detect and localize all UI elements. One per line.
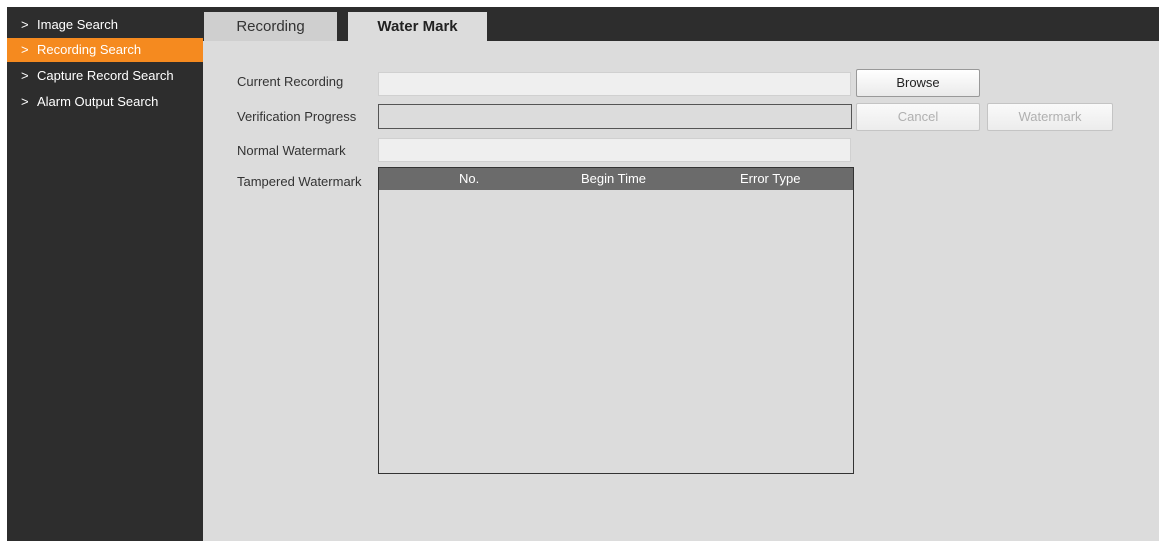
- tab-recording[interactable]: Recording: [204, 12, 337, 41]
- chevron-right-icon: >: [21, 68, 29, 83]
- verification-progress-bar: [378, 104, 852, 129]
- sidebar-item-recording-search[interactable]: > Recording Search: [7, 38, 203, 62]
- chevron-right-icon: >: [21, 94, 29, 109]
- table-header: No. Begin Time Error Type: [379, 168, 853, 190]
- tab-water-mark[interactable]: Water Mark: [348, 12, 487, 41]
- tampered-watermark-table: No. Begin Time Error Type: [378, 167, 854, 474]
- verification-progress-label: Verification Progress: [237, 109, 357, 124]
- normal-watermark-field[interactable]: [378, 138, 851, 162]
- sidebar-item-alarm-output-search[interactable]: > Alarm Output Search: [7, 90, 203, 114]
- sidebar-item-label: Image Search: [37, 17, 118, 32]
- sidebar-item-label: Recording Search: [37, 42, 142, 57]
- sidebar-item-image-search[interactable]: > Image Search: [7, 13, 203, 37]
- sidebar-item-label: Capture Record Search: [37, 68, 174, 83]
- sidebar-item-capture-record-search[interactable]: > Capture Record Search: [7, 64, 203, 88]
- current-recording-label: Current Recording: [237, 74, 344, 89]
- chevron-right-icon: >: [21, 17, 29, 32]
- normal-watermark-label: Normal Watermark: [237, 143, 346, 158]
- watermark-button[interactable]: Watermark: [987, 103, 1113, 131]
- current-recording-field[interactable]: [378, 72, 851, 96]
- column-header-error-type: Error Type: [740, 171, 801, 186]
- tampered-watermark-label: Tampered Watermark: [237, 174, 362, 189]
- chevron-right-icon: >: [21, 42, 29, 57]
- column-header-no: No.: [459, 171, 480, 186]
- sidebar-nav: > Image Search > Recording Search > Capture…: [7, 7, 203, 541]
- tab-bar: [203, 7, 1159, 41]
- cancel-button[interactable]: Cancel: [856, 103, 980, 131]
- column-header-begin-time: Begin Time: [581, 171, 647, 186]
- sidebar-item-label: Alarm Output Search: [37, 94, 159, 109]
- browse-button[interactable]: Browse: [856, 69, 980, 97]
